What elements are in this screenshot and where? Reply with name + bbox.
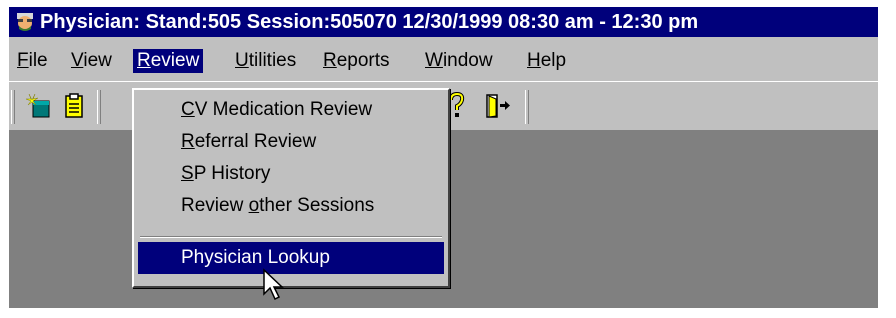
menu-utilities-label: tilities bbox=[248, 50, 297, 71]
menu-review-label: eview bbox=[150, 50, 200, 71]
menu-help[interactable]: Help bbox=[523, 49, 570, 73]
menu-file-label: ile bbox=[28, 50, 48, 71]
dd-label-3: ther Sessions bbox=[259, 195, 375, 216]
menu-review[interactable]: Review bbox=[133, 49, 204, 73]
menu-view-label: iew bbox=[83, 50, 112, 71]
toolbar-grip[interactable] bbox=[11, 90, 15, 124]
review-menu-dropdown: CV Medication Review Referral Review SP … bbox=[132, 88, 450, 288]
application-window: Physician: Stand:505 Session:505070 12/3… bbox=[9, 7, 878, 308]
menu-view-accel: V bbox=[71, 50, 84, 71]
menu-view[interactable]: View bbox=[67, 49, 116, 73]
menu-reports-accel: R bbox=[323, 50, 337, 71]
exit-door-icon[interactable] bbox=[483, 91, 513, 121]
menu-utilities-accel: U bbox=[235, 50, 249, 71]
toolbar-separator-end bbox=[525, 90, 529, 124]
menu-reports-label: eports bbox=[336, 50, 390, 71]
menu-separator bbox=[140, 236, 442, 238]
menu-help-accel: H bbox=[527, 50, 541, 71]
dd-accel-0: C bbox=[181, 99, 195, 120]
title-bar[interactable]: Physician: Stand:505 Session:505070 12/3… bbox=[9, 7, 878, 37]
menu-item-referral-review[interactable]: Referral Review bbox=[138, 126, 444, 158]
clipboard-icon[interactable] bbox=[59, 91, 89, 121]
menu-bar: File View Review Utilities Reports Windo… bbox=[9, 37, 878, 81]
window-title: Physician: Stand:505 Session:505070 12/3… bbox=[40, 11, 699, 33]
menu-review-accel: R bbox=[137, 50, 151, 71]
dd-label-4: Physician Lookup bbox=[181, 247, 330, 268]
new-sparkle-icon[interactable] bbox=[25, 91, 55, 121]
mouse-pointer-icon bbox=[263, 268, 284, 301]
menu-window-label: indow bbox=[442, 50, 493, 71]
dd-label-0: V Medication Review bbox=[194, 99, 373, 120]
menu-item-cv-medication-review[interactable]: CV Medication Review bbox=[138, 94, 444, 126]
menu-help-label: elp bbox=[540, 50, 567, 71]
menu-utilities[interactable]: Utilities bbox=[231, 49, 300, 73]
dd-accel-3: o bbox=[248, 195, 260, 216]
menu-item-review-other-sessions[interactable]: Review other Sessions bbox=[138, 190, 444, 222]
dd-accel-1: R bbox=[181, 131, 195, 152]
dd-label-1: eferral Review bbox=[194, 131, 317, 152]
menu-item-physician-lookup[interactable]: Physician Lookup bbox=[138, 242, 444, 274]
menu-item-sp-history[interactable]: SP History bbox=[138, 158, 444, 190]
menu-reports[interactable]: Reports bbox=[319, 49, 394, 73]
dd-accel-2: S bbox=[181, 163, 194, 184]
menu-window[interactable]: Window bbox=[421, 49, 497, 73]
menu-file-accel: F bbox=[17, 50, 29, 71]
menu-file[interactable]: File bbox=[13, 49, 52, 73]
physician-face-icon[interactable] bbox=[14, 11, 36, 33]
toolbar-separator bbox=[97, 90, 101, 124]
dd-pre-3: Review bbox=[181, 195, 249, 216]
menu-window-accel: W bbox=[425, 50, 443, 71]
dd-label-2: P History bbox=[193, 163, 271, 184]
